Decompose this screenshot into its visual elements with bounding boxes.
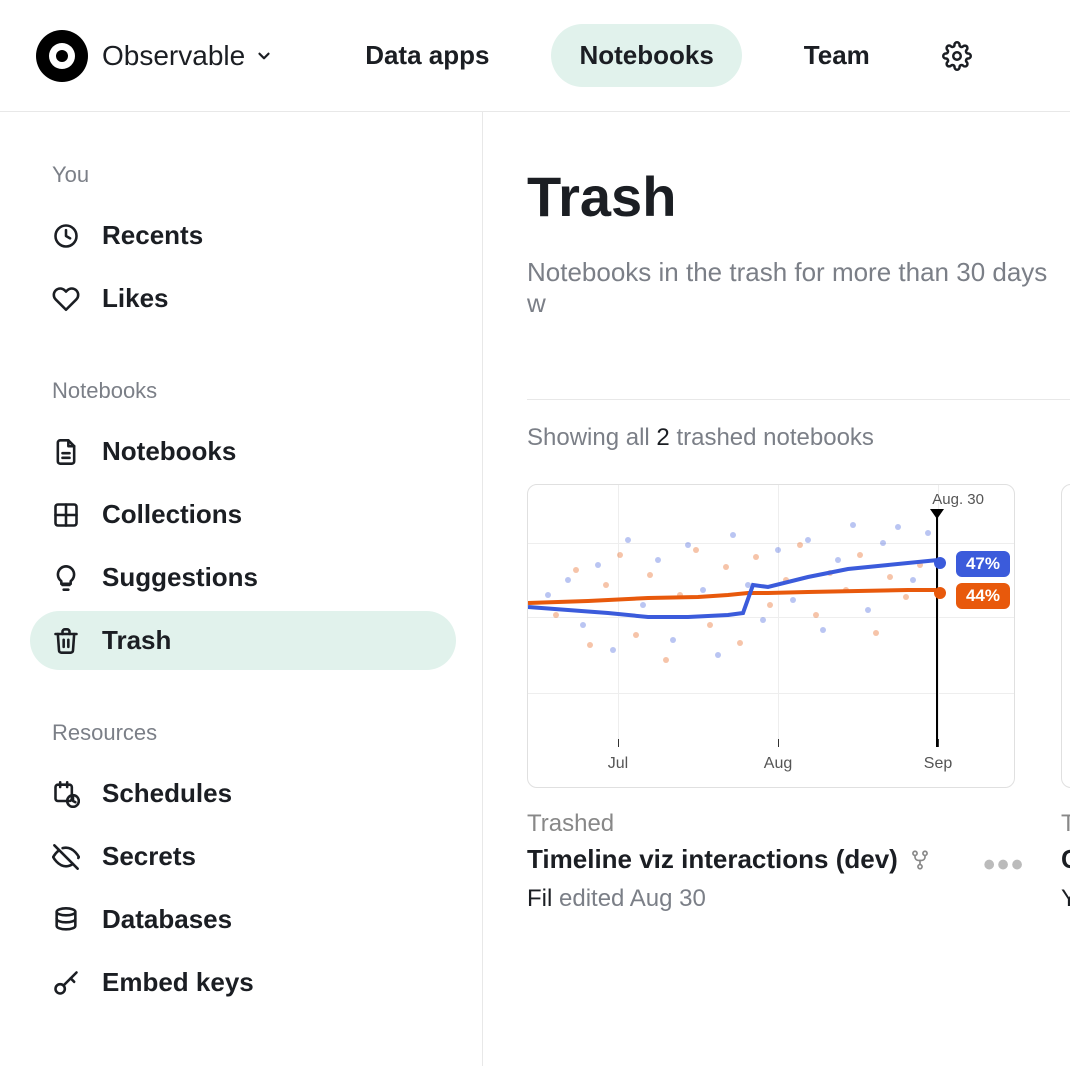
- chart-badge-blue: 47%: [956, 551, 1010, 577]
- notebook-card[interactable]: T C Y: [1061, 484, 1070, 913]
- card-status: T: [1061, 810, 1070, 838]
- notebook-thumbnail: Aug. 30 47% 44% Jul Aug Sep: [527, 484, 1015, 788]
- sidebar-item-label: Likes: [102, 283, 169, 314]
- sidebar-item-secrets[interactable]: Secrets: [30, 827, 456, 886]
- showing-count-text: Showing all 2 trashed notebooks: [527, 424, 1070, 452]
- notebook-card[interactable]: Aug. 30 47% 44% Jul Aug Sep Trashed: [527, 484, 1015, 913]
- chart-scatter: [528, 485, 1015, 749]
- sidebar-item-databases[interactable]: Databases: [30, 890, 456, 949]
- sidebar-item-trash[interactable]: Trash: [30, 611, 456, 670]
- card-author: Fil: [527, 885, 552, 912]
- sidebar-item-label: Secrets: [102, 841, 196, 872]
- divider: [527, 399, 1070, 400]
- notebook-card-row: Aug. 30 47% 44% Jul Aug Sep Trashed: [527, 484, 1070, 913]
- sidebar: You Recents Likes Notebooks Notebooks Co…: [0, 112, 483, 1066]
- grid-icon: [52, 501, 80, 529]
- fork-icon: [910, 850, 930, 870]
- tab-notebooks[interactable]: Notebooks: [551, 24, 741, 87]
- chart-xlabel: Aug: [764, 755, 792, 773]
- annotation-vline: [936, 509, 938, 747]
- card-title: Timeline viz interactions (dev): [527, 844, 898, 875]
- card-more-icon[interactable]: •••: [983, 846, 1025, 884]
- gear-icon[interactable]: [942, 41, 972, 71]
- chart-xlabel: Jul: [608, 755, 628, 773]
- sidebar-item-label: Trash: [102, 625, 171, 656]
- heart-icon: [52, 285, 80, 313]
- sidebar-section-resources: Resources Schedules Secrets Databases Em…: [52, 720, 456, 1012]
- calendar-clock-icon: [52, 780, 80, 808]
- sidebar-item-notebooks[interactable]: Notebooks: [30, 422, 456, 481]
- sidebar-item-label: Schedules: [102, 778, 232, 809]
- sidebar-item-label: Suggestions: [102, 562, 258, 593]
- sidebar-section-label: You: [52, 162, 456, 188]
- database-icon: [52, 906, 80, 934]
- sidebar-section-you: You Recents Likes: [52, 162, 456, 328]
- chart-badge-orange: 44%: [956, 583, 1010, 609]
- chevron-down-icon: [255, 47, 273, 65]
- card-title: C: [1061, 844, 1070, 875]
- sidebar-item-schedules[interactable]: Schedules: [30, 764, 456, 823]
- sidebar-section-label: Notebooks: [52, 378, 456, 404]
- notebook-thumbnail: [1061, 484, 1070, 788]
- sidebar-item-label: Databases: [102, 904, 232, 935]
- sidebar-item-label: Embed keys: [102, 967, 254, 998]
- sidebar-item-embed-keys[interactable]: Embed keys: [30, 953, 456, 1012]
- line-end-dot-blue: [934, 557, 946, 569]
- main-content: Trash Notebooks in the trash for more th…: [483, 112, 1070, 1066]
- chart-date-annotation: Aug. 30: [932, 491, 984, 508]
- chart-xlabel: Sep: [924, 755, 952, 773]
- sidebar-item-likes[interactable]: Likes: [30, 269, 456, 328]
- nav-tabs: Data apps Notebooks Team: [337, 24, 898, 87]
- top-bar: Observable Data apps Notebooks Team: [0, 0, 1070, 112]
- clock-icon: [52, 222, 80, 250]
- workspace-name: Observable: [102, 40, 245, 72]
- bulb-icon: [52, 564, 80, 592]
- trash-icon: [52, 627, 80, 655]
- tab-data-apps[interactable]: Data apps: [337, 24, 517, 87]
- page-subtitle: Notebooks in the trash for more than 30 …: [527, 257, 1070, 319]
- sidebar-section-label: Resources: [52, 720, 456, 746]
- eye-off-icon: [52, 843, 80, 871]
- sidebar-item-suggestions[interactable]: Suggestions: [30, 548, 456, 607]
- page-title: Trash: [527, 164, 1070, 229]
- sidebar-item-label: Collections: [102, 499, 242, 530]
- sidebar-item-collections[interactable]: Collections: [30, 485, 456, 544]
- document-icon: [52, 438, 80, 466]
- card-meta: Y: [1061, 885, 1070, 913]
- logo[interactable]: [36, 30, 88, 82]
- key-icon: [52, 969, 80, 997]
- card-meta: Fil edited Aug 30: [527, 885, 1015, 913]
- sidebar-item-recents[interactable]: Recents: [30, 206, 456, 265]
- sidebar-item-label: Recents: [102, 220, 203, 251]
- line-end-dot-orange: [934, 587, 946, 599]
- sidebar-item-label: Notebooks: [102, 436, 236, 467]
- sidebar-section-notebooks: Notebooks Notebooks Collections Suggesti…: [52, 378, 456, 670]
- tab-team[interactable]: Team: [776, 24, 898, 87]
- workspace-switcher[interactable]: Observable: [102, 40, 273, 72]
- card-status: Trashed: [527, 810, 1015, 838]
